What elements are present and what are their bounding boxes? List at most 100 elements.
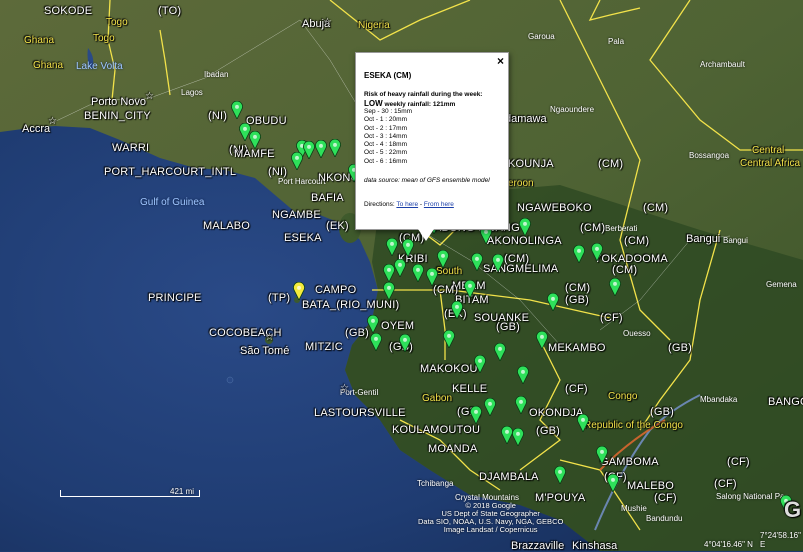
credit-image: Image Landsat / Copernicus — [443, 525, 538, 534]
station-pin-icon[interactable] — [382, 282, 396, 300]
station-pin-icon[interactable] — [473, 355, 487, 373]
capital-star-icon: ☆ — [340, 383, 349, 394]
place-label-cameroon: eroon — [508, 178, 534, 189]
place-label-warri: WARRI — [112, 142, 150, 154]
station-pin-icon[interactable] — [401, 239, 415, 257]
station-pin-icon[interactable] — [546, 293, 560, 311]
place-label-bandundu: Bandundu — [646, 514, 683, 523]
place-label-kounja: KOUNJA — [508, 158, 554, 170]
station-pin-icon[interactable] — [511, 428, 525, 446]
place-label-cm4: (CM) — [580, 222, 606, 234]
place-label-gb8: (GB) — [536, 425, 561, 437]
place-label-ngambe: NGAMBE — [272, 209, 321, 221]
station-pin-icon[interactable] — [606, 474, 620, 492]
place-label-principe: PRINCIPE — [148, 292, 202, 304]
capital-star-icon: ☆ — [323, 17, 332, 28]
place-label-pala: Pala — [608, 37, 625, 46]
station-pin-icon[interactable] — [576, 414, 590, 432]
place-label-to: (TO) — [158, 5, 182, 17]
directions: Directions: To here - From here — [364, 201, 454, 208]
place-label-cf1: (CF) — [600, 312, 623, 324]
place-label-bossangoa: Bossangoa — [689, 151, 730, 160]
place-label-cm6: (CM) — [504, 253, 530, 265]
place-label-republicofcongo: Republic of the Congo — [584, 420, 683, 431]
station-pin-icon[interactable] — [366, 315, 380, 333]
station-pin-icon[interactable] — [369, 333, 383, 351]
to-here-link[interactable]: To here — [396, 201, 418, 208]
station-pin-icon[interactable] — [553, 466, 567, 484]
close-icon[interactable]: × — [497, 54, 504, 68]
map-credits: © 2018 Google US Dept of State Geographe… — [418, 502, 563, 534]
station-pin-icon[interactable] — [442, 330, 456, 348]
station-pin-icon[interactable] — [595, 446, 609, 464]
place-label-makokou: MAKOKOU — [420, 363, 478, 375]
place-label-cf6: (CF) — [654, 492, 677, 504]
place-label-cm7: (CM) — [612, 264, 638, 276]
place-label-mbandaka: Mbandaka — [700, 395, 738, 404]
place-label-cf3: (CF) — [727, 456, 750, 468]
station-pin-icon[interactable] — [535, 331, 549, 349]
station-pin-icon[interactable] — [411, 264, 425, 282]
place-label-gb5: (GB) — [668, 342, 693, 354]
place-label-cm2: (CM) — [598, 158, 624, 170]
place-label-togo2: Togo — [93, 33, 115, 44]
station-pin-icon[interactable] — [436, 250, 450, 268]
station-pin-icon[interactable] — [425, 268, 439, 286]
place-label-ngaoundere: Ngaoundere — [550, 105, 595, 114]
place-label-moanda: MOANDA — [428, 443, 478, 455]
station-pin-icon[interactable] — [491, 254, 505, 272]
station-pin-icon[interactable] — [470, 253, 484, 271]
station-pin-icon[interactable] — [608, 278, 622, 296]
place-label-oyem: OYEM — [381, 320, 415, 332]
place-label-central: Central — [752, 145, 785, 156]
day-row: Oct - 4 : 18mm — [364, 141, 407, 149]
day-row: Oct - 5 : 22mm — [364, 149, 407, 157]
place-label-benincity: BENIN_CITY — [84, 110, 151, 122]
place-label-ek1: (EK) — [326, 220, 349, 232]
place-label-congo: Congo — [608, 391, 638, 402]
place-label-lakevolta: Lake Volta — [76, 61, 123, 72]
place-label-gb1: (GB) — [565, 294, 590, 306]
place-label-gemena: Gemena — [766, 280, 797, 289]
place-label-mitzic: MITZIC — [305, 341, 343, 353]
station-pin-icon[interactable] — [290, 152, 304, 170]
place-label-djambala: DJAMBALA — [479, 471, 539, 483]
selected-station-pin-icon[interactable] — [292, 282, 306, 300]
latitude-readout: 4°04'16.46" N — [704, 540, 753, 549]
station-pin-icon[interactable] — [518, 218, 532, 236]
station-pin-icon[interactable] — [514, 396, 528, 414]
station-pin-icon[interactable] — [328, 139, 342, 157]
station-pin-icon[interactable] — [483, 398, 497, 416]
place-label-ibadan: Ibadan — [204, 70, 229, 79]
station-pin-icon[interactable] — [516, 366, 530, 384]
station-pin-icon[interactable] — [590, 243, 604, 261]
station-pin-icon[interactable] — [469, 406, 483, 424]
capital-star-icon: ☆ — [265, 332, 274, 343]
longitude-readout: 7°24'58.16" E — [760, 531, 801, 549]
day-row: Sep - 30 : 15mm — [364, 108, 413, 115]
place-label-nigeria: Nigeria — [358, 20, 390, 31]
station-pin-icon[interactable] — [493, 343, 507, 361]
station-pin-icon[interactable] — [393, 259, 407, 277]
place-label-mamfe: MAMFE — [234, 148, 275, 160]
place-label-mekambo: MEKAMBO — [548, 342, 606, 354]
station-pin-icon[interactable] — [314, 140, 328, 158]
station-pin-icon[interactable] — [450, 301, 464, 319]
from-here-link[interactable]: From here — [424, 201, 454, 208]
station-pin-icon[interactable] — [248, 131, 262, 149]
station-pin-icon[interactable] — [230, 101, 244, 119]
place-label-portonovo: Porto Novo — [91, 96, 147, 108]
place-label-kinshasa: Kinshasa — [572, 540, 618, 552]
place-label-archambault: Archambault — [700, 60, 745, 69]
place-label-cm3: (CM) — [643, 202, 669, 214]
day-row: Oct - 2 : 17mm — [364, 124, 407, 132]
place-label-malabo: MALABO — [203, 220, 251, 232]
place-label-ouesso: Ouesso — [623, 329, 651, 338]
station-pin-icon[interactable] — [398, 334, 412, 352]
place-label-togo1: Togo — [106, 17, 128, 28]
place-label-berberati: Berberati — [605, 224, 638, 233]
place-label-cm9: (CM) — [565, 282, 591, 294]
station-pin-icon[interactable] — [572, 245, 586, 263]
station-pin-icon[interactable] — [385, 238, 399, 256]
station-pin-icon[interactable] — [463, 280, 477, 298]
